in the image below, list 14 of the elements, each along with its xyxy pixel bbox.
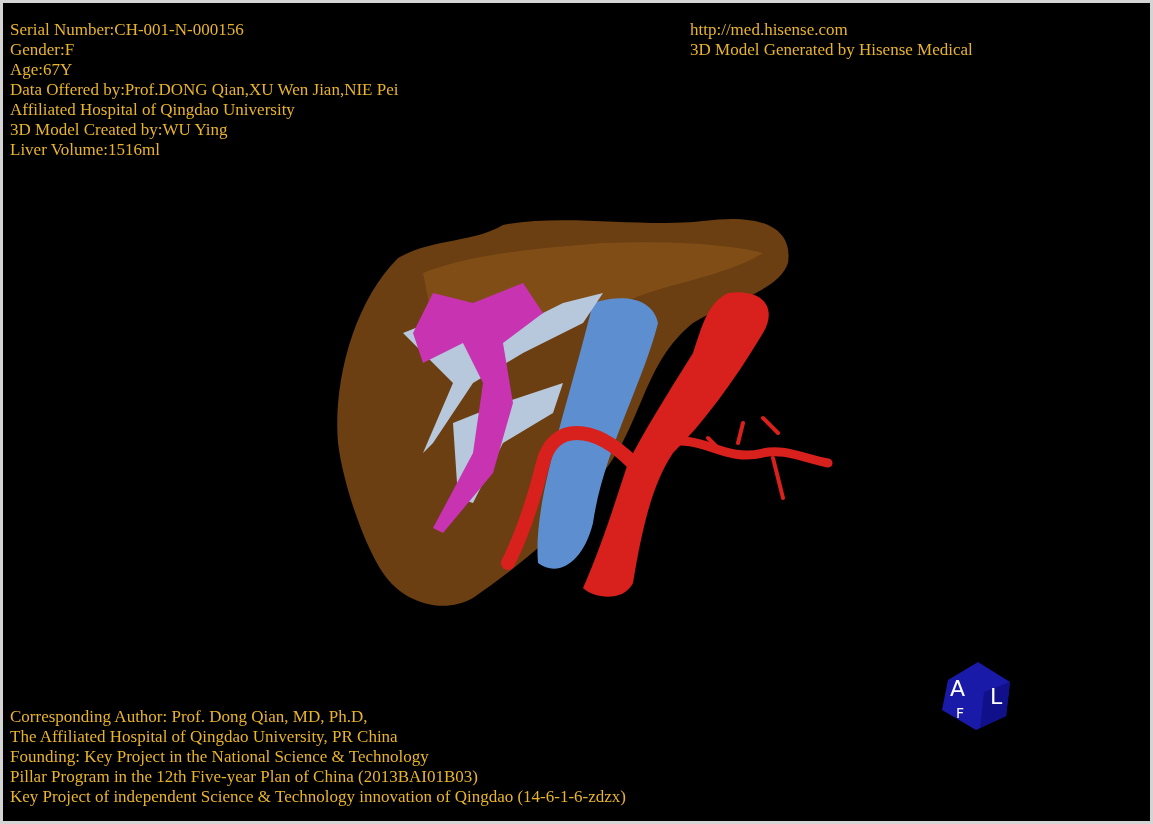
info-line: http://med.hisense.com (690, 20, 848, 40)
credit-line: Founding: Key Project in the National Science & Technology (10, 747, 429, 767)
credit-line: Key Project of independent Science & Technology innovation of Qingdao (14-6-1-6-zdzx) (10, 787, 626, 807)
info-line: Data Offered by:Prof.DONG Qian,XU Wen Jian,NIE Pei (10, 80, 399, 100)
info-line: Liver Volume:1516ml (10, 140, 160, 160)
info-line: Affiliated Hospital of Qingdao University (10, 100, 295, 120)
credit-line: The Affiliated Hospital of Qingdao University, PR China (10, 727, 398, 747)
credit-line: Corresponding Author: Prof. Dong Qian, MD, Ph.D, (10, 707, 368, 727)
info-line: Gender:F (10, 40, 75, 60)
info-line: Serial Number:CH-001-N-000156 (10, 20, 244, 40)
credit-line: Pillar Program in the 12th Five-year Plan of China (2013BAI01B03) (10, 767, 478, 787)
info-line: 3D Model Created by:WU Ying (10, 120, 228, 140)
info-line: 3D Model Generated by Hisense Medical (690, 40, 973, 60)
info-line: Age:67Y (10, 60, 73, 80)
